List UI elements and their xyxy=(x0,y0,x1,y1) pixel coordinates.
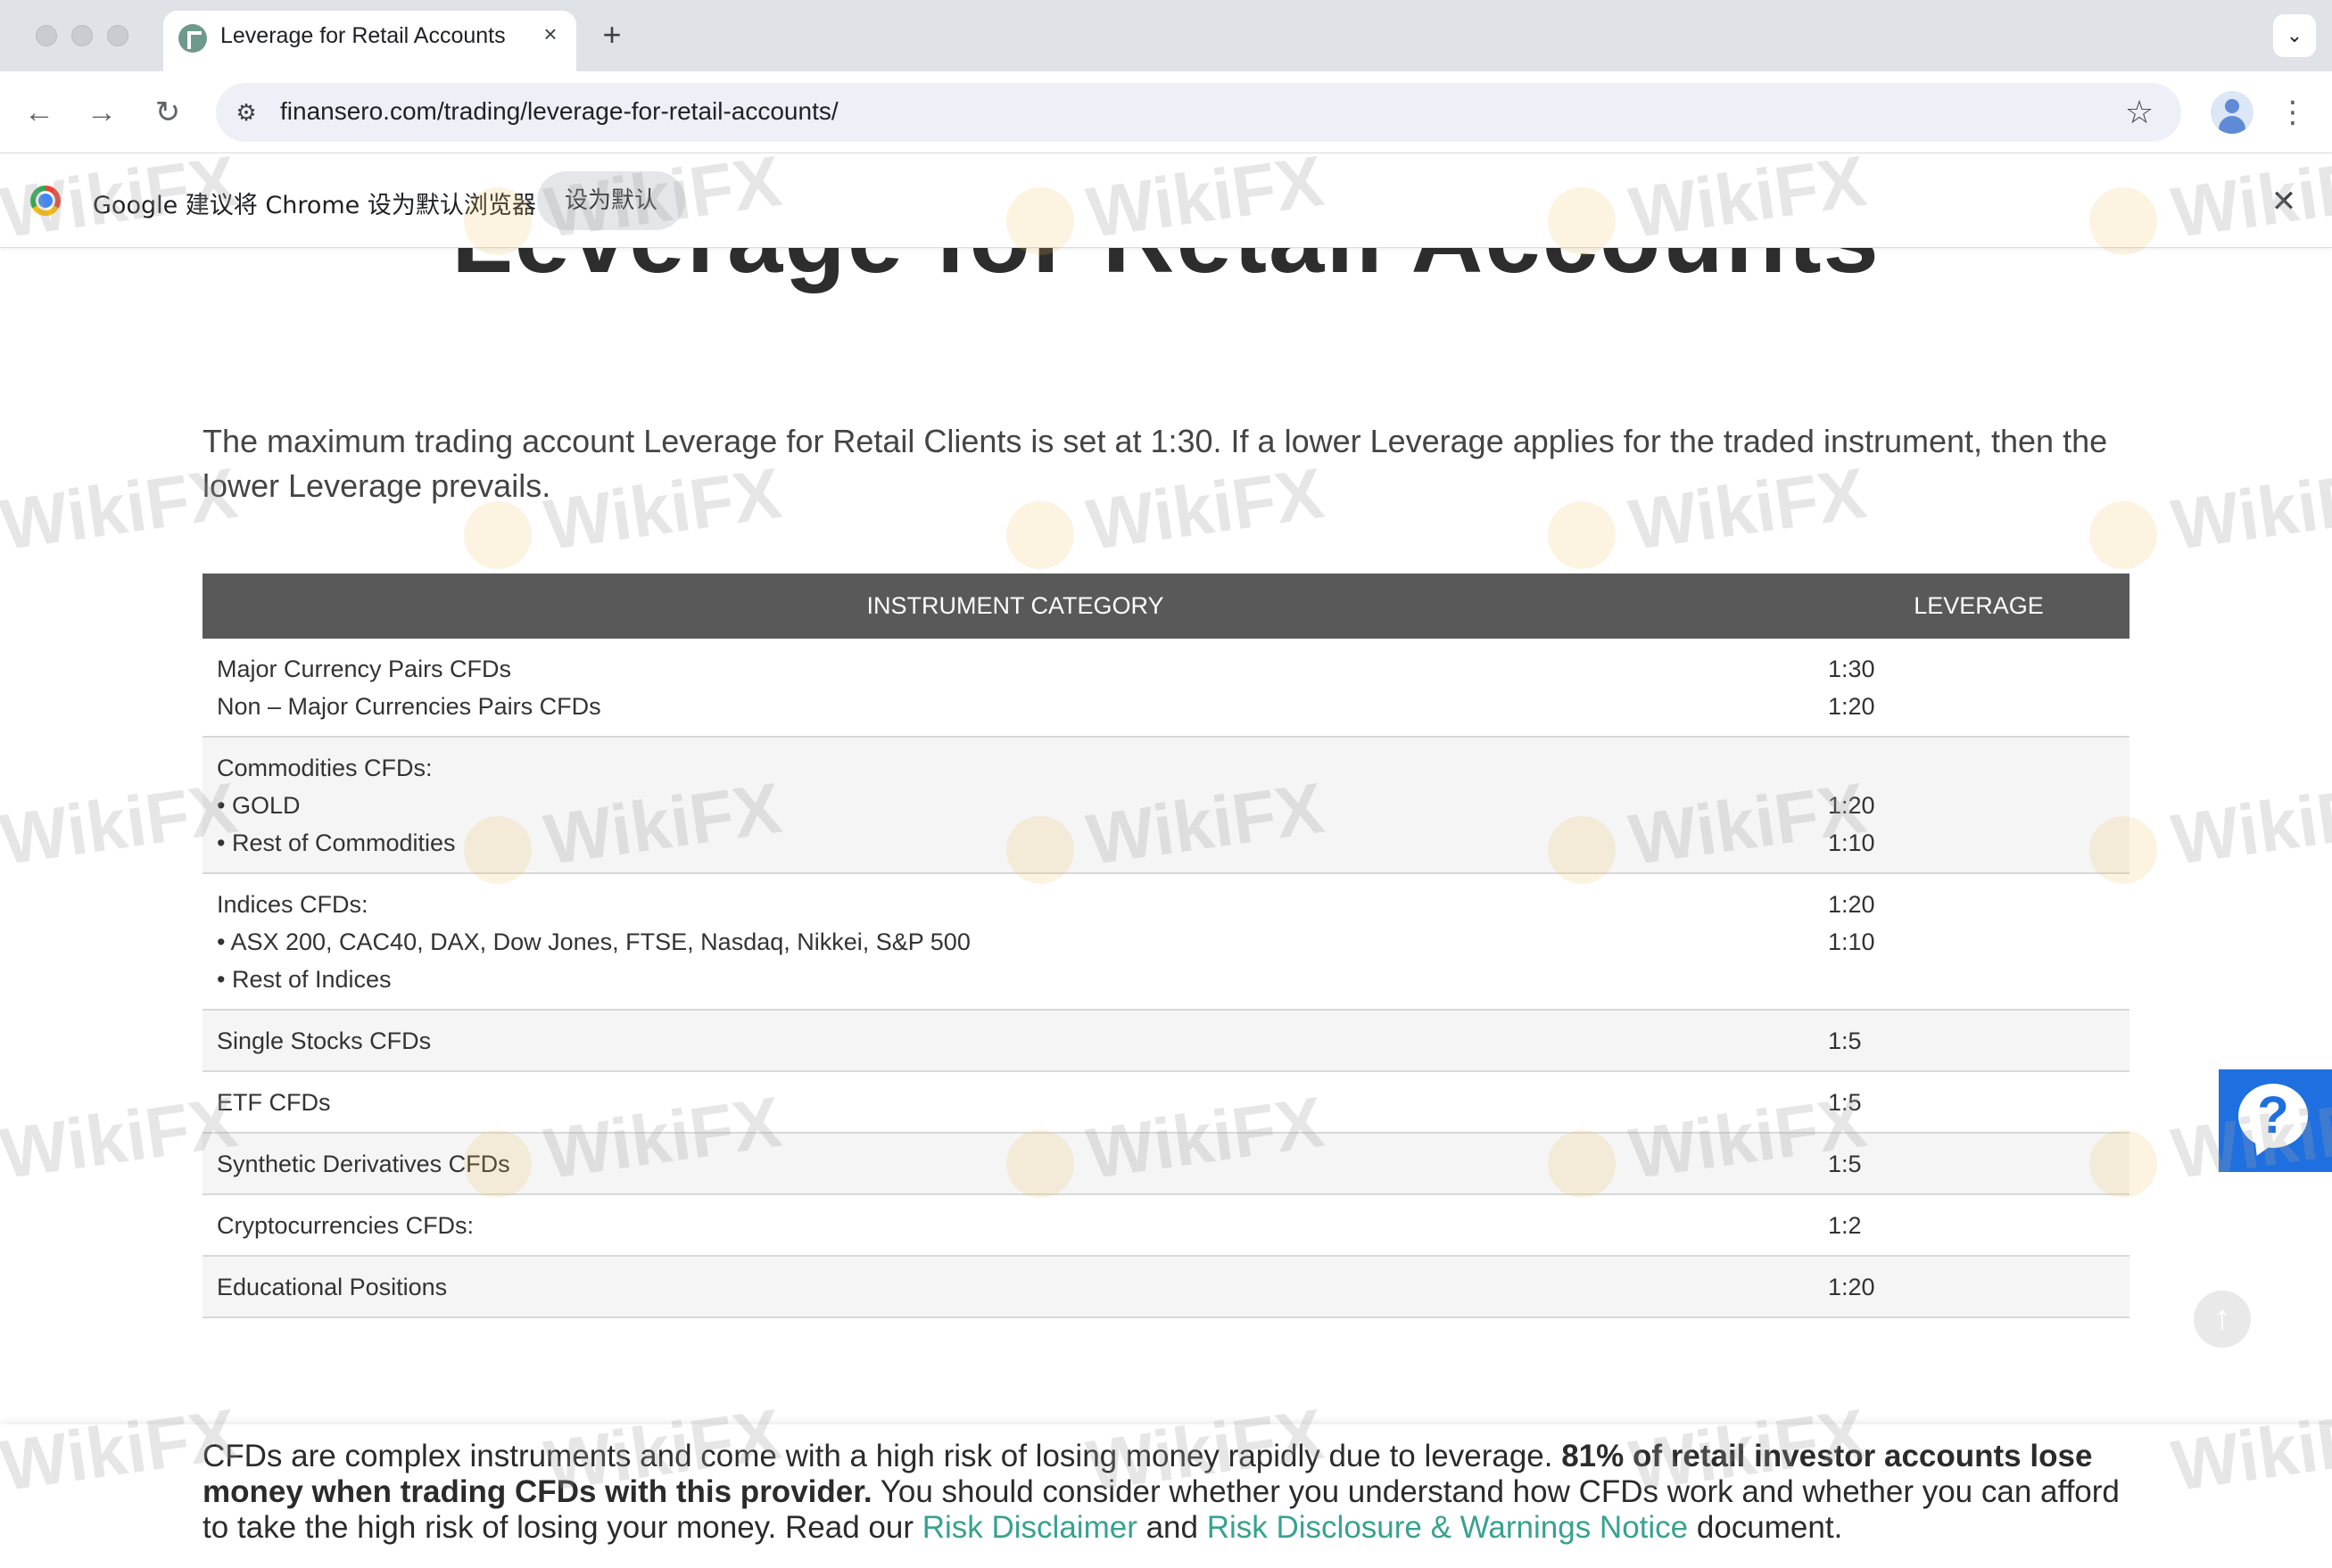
risk-warning-banner: CFDs are complex instruments and come wi… xyxy=(0,1424,2332,1568)
leverage-value: 1:20 xyxy=(1828,891,1875,918)
category-line: Synthetic Derivatives CFDs xyxy=(217,1151,510,1177)
table-row: Cryptocurrencies CFDs: 1:2 xyxy=(203,1194,2129,1257)
risk-text-part: document. xyxy=(1688,1510,1843,1545)
table-row: Single Stocks CFDs 1:5 xyxy=(203,1010,2129,1072)
bookmark-star-icon[interactable]: ☆ xyxy=(2121,94,2158,131)
leverage-cell: 1:2 xyxy=(1828,1194,2129,1257)
leverage-value: 1:2 xyxy=(1828,1212,1862,1239)
table-row: Commodities CFDs: • GOLD • Rest of Commo… xyxy=(203,737,2129,874)
help-question-icon: ? xyxy=(2238,1084,2308,1148)
browser-menu-icon[interactable]: ⋮ xyxy=(2275,93,2311,132)
tab-search-button[interactable]: ⌄ xyxy=(2273,14,2316,57)
back-arrow-icon[interactable]: ← xyxy=(20,93,59,132)
infobar-message: Google 建议将 Chrome 设为默认浏览器 xyxy=(93,192,536,219)
window-close-button[interactable] xyxy=(36,25,57,46)
category-line: Cryptocurrencies CFDs: xyxy=(217,1212,475,1239)
leverage-cell: 1:20 1:10 xyxy=(1828,737,2129,874)
scroll-to-top-button[interactable]: ↑ xyxy=(2194,1291,2251,1348)
watermark-logo-icon xyxy=(2089,501,2157,569)
leverage-value: 1:10 xyxy=(1828,829,1875,856)
category-cell: Major Currency Pairs CFDs Non – Major Cu… xyxy=(203,639,1828,738)
set-default-button[interactable]: 设为默认 xyxy=(537,171,685,230)
browser-toolbar: ← → ↻ ⚙ finansero.com/trading/leverage-f… xyxy=(0,71,2332,153)
leverage-value: 1:30 xyxy=(1828,656,1875,682)
category-cell: Single Stocks CFDs xyxy=(203,1010,1828,1072)
category-cell: Commodities CFDs: • GOLD • Rest of Commo… xyxy=(203,737,1828,874)
site-favicon-icon xyxy=(178,24,207,53)
leverage-cell: 1:5 xyxy=(1828,1010,2129,1072)
risk-text-part: and xyxy=(1137,1510,1207,1545)
category-cell: Indices CFDs: • ASX 200, CAC40, DAX, Dow… xyxy=(203,873,1828,1011)
new-tab-button[interactable]: + xyxy=(596,19,628,52)
risk-disclaimer-link[interactable]: Risk Disclaimer xyxy=(922,1510,1137,1545)
browser-tabstrip: Leverage for Retail Accounts × + ⌄ xyxy=(0,0,2332,71)
leverage-value: 1:20 xyxy=(1828,693,1875,720)
reload-icon[interactable]: ↻ xyxy=(148,93,187,132)
tab-title: Leverage for Retail Accounts xyxy=(220,23,506,48)
category-line: • GOLD xyxy=(217,792,301,819)
leverage-value: 1:5 xyxy=(1828,1027,1862,1054)
risk-warning-text: CFDs are complex instruments and come wi… xyxy=(203,1439,2138,1546)
category-line: Non – Major Currencies Pairs CFDs xyxy=(217,693,601,720)
table-header-row: INSTRUMENT CATEGORY LEVERAGE xyxy=(203,574,2129,639)
profile-avatar-icon[interactable] xyxy=(2211,91,2253,134)
category-line: Major Currency Pairs CFDs xyxy=(217,656,512,682)
watermark-logo-icon xyxy=(464,501,532,569)
infobar-close-icon[interactable]: ✕ xyxy=(2266,184,2302,219)
watermark-text: WikiFX xyxy=(2167,452,2332,565)
category-line: Educational Positions xyxy=(217,1274,448,1300)
category-line: Single Stocks CFDs xyxy=(217,1027,432,1054)
leverage-cell: 1:20 1:10 xyxy=(1828,873,2129,1011)
table-row: Educational Positions 1:20 xyxy=(203,1256,2129,1318)
address-bar[interactable]: ⚙ finansero.com/trading/leverage-for-ret… xyxy=(216,83,2181,142)
table-row: ETF CFDs 1:5 xyxy=(203,1071,2129,1134)
category-cell: Educational Positions xyxy=(203,1256,1828,1318)
leverage-cell: 1:30 1:20 xyxy=(1828,639,2129,738)
intro-paragraph: The maximum trading account Leverage for… xyxy=(203,423,2108,504)
category-line: • Rest of Commodities xyxy=(217,829,456,856)
watermark-logo-icon xyxy=(1006,501,1074,569)
table-row: Synthetic Derivatives CFDs 1:5 xyxy=(203,1133,2129,1195)
leverage-value: 1:20 xyxy=(1828,1274,1875,1300)
forward-arrow-icon[interactable]: → xyxy=(82,93,121,132)
watermark-logo-icon xyxy=(1548,501,1616,569)
category-line: • ASX 200, CAC40, DAX, Dow Jones, FTSE, … xyxy=(217,928,971,955)
category-line: ETF CFDs xyxy=(217,1089,331,1116)
window-minimize-button[interactable] xyxy=(71,25,93,46)
leverage-cell: 1:5 xyxy=(1828,1133,2129,1195)
header-instrument-category: INSTRUMENT CATEGORY xyxy=(203,574,1828,639)
table-row: Major Currency Pairs CFDs Non – Major Cu… xyxy=(203,639,2129,738)
tab-close-icon[interactable]: × xyxy=(536,20,565,48)
leverage-value: 1:20 xyxy=(1828,792,1875,819)
leverage-table: INSTRUMENT CATEGORY LEVERAGE Major Curre… xyxy=(203,574,2129,1318)
leverage-cell: 1:5 xyxy=(1828,1071,2129,1134)
site-info-icon[interactable]: ⚙ xyxy=(230,96,262,128)
window-zoom-button[interactable] xyxy=(107,25,128,46)
leverage-value: 1:5 xyxy=(1828,1151,1862,1177)
category-line: Commodities CFDs: xyxy=(217,755,433,781)
leverage-cell: 1:20 xyxy=(1828,1256,2129,1318)
leverage-value: 1:10 xyxy=(1828,928,1875,955)
browser-tab-active[interactable]: Leverage for Retail Accounts × xyxy=(163,11,576,71)
default-browser-infobar: Google 建议将 Chrome 设为默认浏览器 设为默认 ✕ xyxy=(0,153,2332,248)
chrome-logo-icon xyxy=(30,186,61,216)
category-line: • Rest of Indices xyxy=(217,966,392,993)
help-chat-button[interactable]: ? xyxy=(2219,1069,2332,1172)
url-text[interactable]: finansero.com/trading/leverage-for-retai… xyxy=(280,97,839,126)
category-cell: Cryptocurrencies CFDs: xyxy=(203,1194,1828,1257)
category-cell: Synthetic Derivatives CFDs xyxy=(203,1133,1828,1195)
category-line: Indices CFDs: xyxy=(217,891,368,918)
risk-text-part: CFDs are complex instruments and come wi… xyxy=(203,1439,1562,1473)
table-row: Indices CFDs: • ASX 200, CAC40, DAX, Dow… xyxy=(203,873,2129,1011)
leverage-value: 1:5 xyxy=(1828,1089,1862,1116)
category-cell: ETF CFDs xyxy=(203,1071,1828,1134)
leverage-value xyxy=(1828,749,2115,787)
risk-disclosure-link[interactable]: Risk Disclosure & Warnings Notice xyxy=(1207,1510,1688,1545)
header-leverage: LEVERAGE xyxy=(1828,574,2129,639)
watermark-text: WikiFX xyxy=(2167,767,2332,880)
